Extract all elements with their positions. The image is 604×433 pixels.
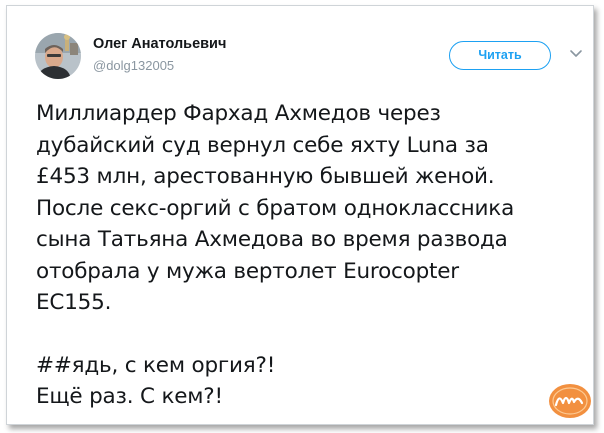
tweet-line: дубайский суд вернул себе яхту Luna за (36, 132, 489, 158)
tweet-card: Олег Анатольевич @dolg132005 Читать Милл… (6, 5, 594, 425)
tweet-line: £453 млн, арестованную бывшей женой. (36, 164, 495, 189)
tweet-comment-line: Ещё раз. С кем?! (36, 384, 223, 409)
tweet-line: Миллиардер Фархад Ахмедов через (36, 101, 441, 126)
avatar[interactable] (35, 33, 81, 79)
user-name[interactable]: Олег Анатольевич (93, 36, 226, 52)
tweet-line: EC155. (36, 290, 112, 315)
tweet-line: сына Татьяна Ахмедова во время развода (36, 227, 508, 252)
follow-button[interactable]: Читать (449, 41, 551, 70)
tweet-line: После секс-оргий с братом одноклассника (36, 195, 515, 221)
chevron-down-icon[interactable] (569, 46, 583, 57)
tweet-text: Миллиардер Фархад Ахмедов через дубайски… (36, 98, 581, 413)
user-handle[interactable]: @dolg132005 (93, 58, 174, 73)
watermark-logo (547, 381, 593, 421)
tweet-line: отобрала у мужа вертолет Eurocopter (36, 258, 459, 284)
avatar-image (35, 33, 81, 79)
tweet-comment-line: ##ядь, с кем оргия?! (36, 352, 276, 378)
